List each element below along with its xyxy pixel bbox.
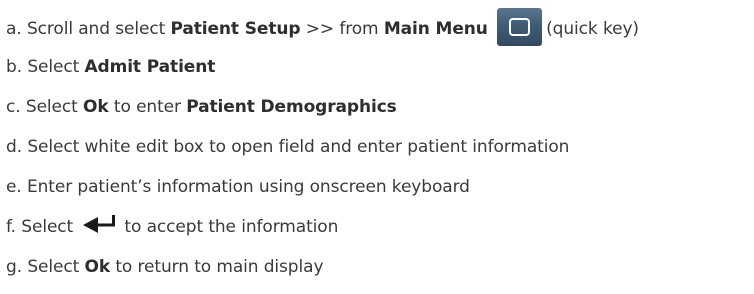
patient-setup-label: Patient Setup [170, 19, 301, 39]
step-a: a. Scroll and select Patient Setup >> fr… [6, 8, 639, 48]
patient-demographics-label: Patient Demographics [186, 97, 397, 117]
step-c: c. Select Ok to enter Patient Demographi… [6, 97, 397, 117]
main-menu-label: Main Menu [383, 19, 488, 39]
step-g: g. Select Ok to return to main display [6, 257, 324, 277]
step-marker: g. [6, 257, 22, 277]
step-f: f. Select to accept the information [6, 215, 338, 238]
step-e: e. Enter patient’s information using ons… [6, 177, 470, 197]
step-d: d. Select white edit box to open field a… [6, 137, 570, 157]
monitor-menu-icon [497, 8, 543, 46]
enter-arrow-icon [83, 215, 116, 233]
ok-label: Ok [84, 257, 111, 277]
step-marker: b. [6, 57, 22, 77]
step-b: b. Select Admit Patient [6, 57, 216, 77]
step-marker: f. [6, 217, 16, 237]
step-marker: e. [6, 177, 22, 197]
step-marker: c. [6, 97, 21, 117]
ok-label: Ok [83, 97, 109, 117]
step-marker: a. [6, 19, 22, 39]
step-marker: d. [6, 137, 22, 157]
admit-patient-label: Admit Patient [84, 57, 216, 77]
